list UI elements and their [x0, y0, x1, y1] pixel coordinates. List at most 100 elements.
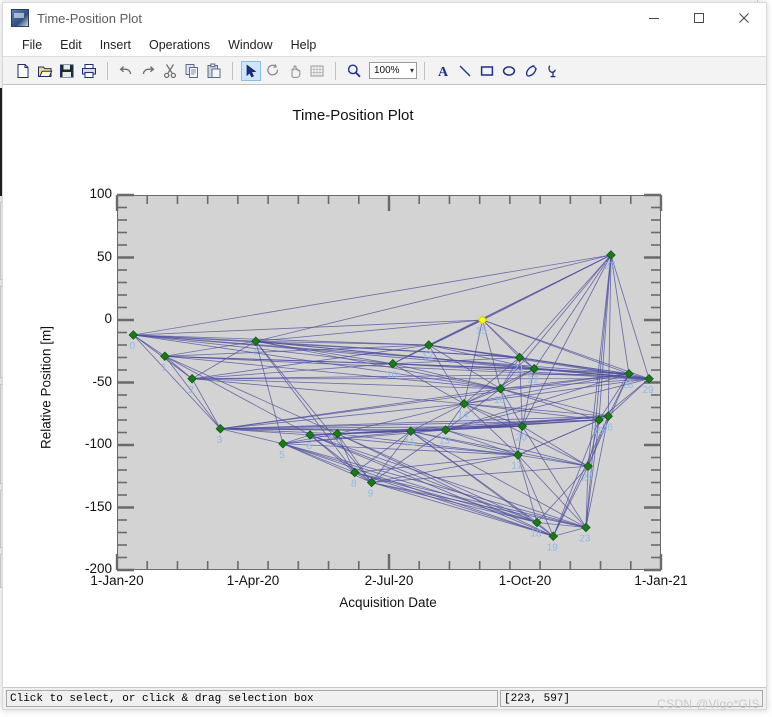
menu-bar: File Edit Insert Operations Window Help — [3, 33, 766, 56]
svg-text:19: 19 — [547, 542, 559, 553]
close-button[interactable] — [721, 3, 766, 33]
new-button[interactable] — [13, 61, 33, 81]
polygon-tool-icon — [525, 64, 537, 77]
x-tick-label: 1-Oct-20 — [498, 573, 552, 588]
svg-text:15: 15 — [476, 326, 488, 337]
line-tool-icon — [459, 65, 471, 76]
ellipse-tool-button[interactable] — [499, 61, 519, 81]
select-arrow-icon — [246, 64, 257, 77]
svg-text:8: 8 — [351, 479, 357, 490]
svg-text:16: 16 — [494, 395, 506, 406]
plot-canvas[interactable]: 0123456 789101112131415161718192021222324… — [3, 85, 764, 650]
toolbar-group-edit — [112, 60, 228, 82]
save-button[interactable] — [57, 61, 77, 81]
rotate-button[interactable] — [263, 61, 283, 81]
status-bar: Click to select, or click & drag selecti… — [3, 687, 766, 709]
menu-operations[interactable]: Operations — [140, 36, 219, 54]
cut-icon — [163, 63, 177, 78]
magnifier-button[interactable] — [344, 61, 364, 81]
line-tool-button[interactable] — [455, 61, 475, 81]
rectangle-tool-icon — [480, 65, 494, 76]
y-tick-label: -50 — [92, 373, 112, 389]
chevron-down-icon[interactable]: ▾ — [410, 66, 414, 75]
text-tool-icon: A — [438, 65, 449, 79]
undo-button[interactable] — [116, 61, 136, 81]
svg-text:20: 20 — [516, 432, 528, 443]
x-tick-label: 1-Jan-20 — [90, 573, 144, 588]
polygon-tool-button[interactable] — [521, 61, 541, 81]
svg-text:12: 12 — [422, 351, 434, 362]
menu-insert[interactable]: Insert — [91, 36, 140, 54]
svg-text:27: 27 — [604, 261, 616, 272]
application-icon — [11, 9, 29, 27]
toolbar-group-draw: A — [429, 60, 567, 82]
polyline-tool-icon — [548, 64, 556, 77]
cut-button[interactable] — [160, 61, 180, 81]
svg-text:4: 4 — [252, 347, 258, 358]
open-icon — [38, 66, 53, 77]
pan-hand-button[interactable] — [285, 61, 305, 81]
print-button[interactable] — [79, 61, 99, 81]
paste-button[interactable] — [204, 61, 224, 81]
svg-text:9: 9 — [368, 489, 374, 500]
text-tool-button[interactable]: A — [433, 61, 453, 81]
copy-button[interactable] — [182, 61, 202, 81]
window-title: Time-Position Plot — [37, 10, 142, 26]
grid-icon — [310, 65, 324, 76]
paste-icon — [207, 63, 221, 78]
minimize-button[interactable] — [631, 3, 676, 33]
x-tick-label: 1-Apr-20 — [226, 573, 280, 588]
svg-text:17: 17 — [511, 461, 523, 472]
zoom-level-combobox[interactable]: 100% ▾ — [369, 62, 417, 79]
minimize-icon — [648, 18, 659, 19]
magnifier-icon — [347, 64, 361, 77]
svg-text:0: 0 — [130, 341, 136, 352]
menu-edit[interactable]: Edit — [51, 36, 91, 54]
print-icon — [82, 63, 96, 78]
watermark-text: CSDN @Vigo*GIS — [657, 697, 760, 711]
time-position-plot[interactable]: Time-Position Plot Relative Position [m]… — [3, 85, 764, 650]
svg-text:5: 5 — [279, 450, 285, 461]
grid-button[interactable] — [307, 61, 327, 81]
title-bar[interactable]: Time-Position Plot — [3, 3, 766, 33]
svg-text:28: 28 — [622, 380, 634, 391]
svg-text:7: 7 — [334, 440, 340, 451]
toolbar-group-navigate — [237, 60, 331, 82]
menu-window[interactable]: Window — [219, 36, 281, 54]
svg-text:3: 3 — [217, 435, 223, 446]
svg-text:10: 10 — [386, 370, 398, 381]
copy-icon — [185, 63, 198, 78]
new-icon — [17, 63, 29, 78]
redo-button[interactable] — [138, 61, 158, 81]
pan-hand-icon — [291, 64, 301, 78]
maximize-button[interactable] — [676, 3, 721, 33]
y-tick-label: -100 — [84, 436, 112, 451]
svg-text:23: 23 — [579, 534, 591, 545]
svg-text:21: 21 — [513, 364, 525, 375]
x-tick-label: 1-Jan-21 — [634, 573, 688, 588]
y-tick-label: 0 — [104, 311, 112, 326]
rotate-icon — [267, 63, 279, 75]
rectangle-tool-button[interactable] — [477, 61, 497, 81]
svg-text:22: 22 — [528, 375, 540, 386]
maximize-icon — [693, 13, 704, 23]
svg-text:18: 18 — [530, 529, 542, 540]
svg-text:29: 29 — [642, 385, 654, 396]
x-tick-label: 2-Jul-20 — [364, 573, 414, 588]
menu-help[interactable]: Help — [282, 36, 326, 54]
acquisition-points[interactable] — [128, 250, 654, 542]
toolbar-separator-2 — [232, 61, 233, 80]
svg-text:1: 1 — [161, 362, 167, 373]
svg-text:11: 11 — [405, 437, 416, 448]
y-tick-label: -150 — [84, 498, 112, 514]
status-message: Click to select, or click & drag selecti… — [6, 690, 498, 707]
toolbar-separator-4 — [424, 61, 425, 80]
toolbar-group-file — [9, 60, 103, 82]
menu-file[interactable]: File — [13, 36, 51, 54]
select-arrow-button[interactable] — [241, 60, 261, 81]
window-controls — [631, 3, 766, 33]
polyline-tool-button[interactable] — [543, 61, 563, 81]
open-button[interactable] — [35, 61, 55, 81]
save-icon — [60, 64, 74, 77]
plot-client-area[interactable]: Time-Position Plot Relative Position [m]… — [3, 85, 766, 687]
